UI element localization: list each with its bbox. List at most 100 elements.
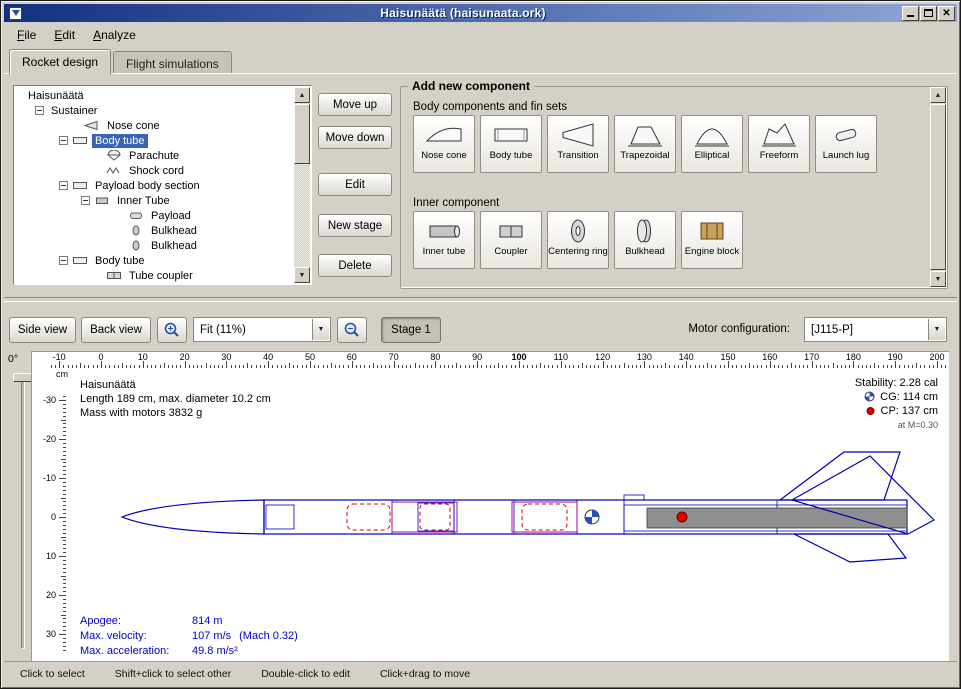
engine-block-icon [692, 215, 732, 246]
tree-item-payload[interactable]: Payload [15, 208, 294, 223]
tree-expander-icon[interactable] [59, 256, 68, 265]
component-freeform-fin-button[interactable]: Freeform [748, 115, 810, 173]
scrollbar-thumb[interactable] [294, 104, 310, 164]
tree-item-body-tube[interactable]: Body tube [15, 133, 294, 148]
component-trapezoidal-fin-button[interactable]: Trapezoidal [614, 115, 676, 173]
parachute-icon [106, 150, 122, 161]
stage-1-toggle-button[interactable]: Stage 1 [381, 317, 441, 343]
motor-configuration-value: [J115-P] [811, 324, 853, 336]
application-window: Haisunäätä (haisunaata.ork) ✕ File Edit … [0, 0, 961, 689]
component-tree-panel: Haisunäätä Sustainer Nose cone Body tube… [13, 85, 312, 285]
rocket-design-canvas[interactable]: -100102030405060708090100110120130140150… [31, 351, 949, 662]
move-up-button[interactable]: Move up [318, 93, 392, 116]
tree-item-bulkhead[interactable]: Bulkhead [15, 238, 294, 253]
bulkhead-icon [128, 240, 144, 251]
flight-row: Max. velocity:107 m/s(Mach 0.32) [80, 629, 298, 644]
rotation-slider-track[interactable] [21, 373, 25, 649]
scroll-up-icon[interactable]: ▲ [930, 87, 946, 103]
menu-edit[interactable]: Edit [46, 26, 83, 44]
edit-button[interactable]: Edit [318, 173, 392, 196]
status-bar: Click to select Shift+click to select ot… [4, 661, 957, 685]
tree-scrollbar[interactable]: ▲ ▼ [294, 87, 310, 283]
flight-row: Apogee:814 m [80, 614, 298, 629]
component-elliptical-fin-button[interactable]: Elliptical [681, 115, 743, 173]
minimize-button[interactable] [902, 6, 919, 21]
maximize-icon [924, 9, 933, 17]
component-engine-block-button[interactable]: Engine block [681, 211, 743, 269]
chevron-down-icon[interactable]: ▼ [312, 319, 329, 340]
scroll-down-icon[interactable]: ▼ [294, 267, 310, 283]
panel-title: Add new component [408, 79, 534, 93]
hint-shift-click: Shift+click to select other [115, 668, 231, 680]
tree-item-payload-body-section[interactable]: Payload body section [15, 178, 294, 193]
component-launch-lug-button[interactable]: Launch lug [815, 115, 877, 173]
tree-expander-icon[interactable] [59, 181, 68, 190]
add-panel-scrollbar[interactable]: ▲ ▼ [930, 87, 946, 287]
scrollbar-thumb[interactable] [930, 104, 946, 270]
elliptical-fin-icon [692, 119, 732, 150]
tree-item-shock-cord[interactable]: Shock cord [15, 163, 294, 178]
rocket-mass: Mass with motors 3832 g [80, 406, 271, 420]
close-button[interactable]: ✕ [938, 6, 955, 21]
component-coupler-button[interactable]: Coupler [480, 211, 542, 269]
component-transition-button[interactable]: Transition [547, 115, 609, 173]
cp-value: CP: 137 cm [881, 404, 938, 418]
component-body-tube-button[interactable]: Body tube [480, 115, 542, 173]
body-tube-icon [72, 135, 88, 146]
tree-item-parachute[interactable]: Parachute [15, 148, 294, 163]
tree-item-rocket[interactable]: Haisunäätä [15, 88, 294, 103]
tree-expander-icon[interactable] [35, 106, 44, 115]
menu-file[interactable]: File [9, 26, 44, 44]
tree-item-tube-coupler[interactable]: Tube coupler [15, 268, 294, 283]
centering-ring-icon [558, 215, 598, 246]
cp-icon [865, 405, 877, 417]
component-bulkhead-button[interactable]: Bulkhead [614, 211, 676, 269]
body-tube-icon [491, 119, 531, 150]
tree-item-inner-tube[interactable]: Inner Tube [15, 193, 294, 208]
panel-splitter[interactable] [4, 297, 957, 302]
maximize-button[interactable] [920, 6, 937, 21]
chevron-down-icon[interactable]: ▼ [928, 319, 945, 340]
new-stage-button[interactable]: New stage [318, 214, 392, 237]
close-icon: ✕ [942, 8, 950, 19]
component-nose-cone-button[interactable]: Nose cone [413, 115, 475, 173]
side-view-button[interactable]: Side view [9, 317, 76, 343]
cg-icon [864, 391, 876, 403]
hint-double-click: Double-click to edit [261, 668, 350, 680]
tree-expander-icon[interactable] [81, 196, 90, 205]
delete-button[interactable]: Delete [318, 254, 392, 277]
scroll-up-icon[interactable]: ▲ [294, 87, 310, 103]
zoom-out-button[interactable] [337, 317, 367, 343]
mach-condition: at M=0.30 [855, 418, 938, 432]
component-centering-ring-button[interactable]: Centering ring [547, 211, 609, 269]
tree-item-body-tube[interactable]: Body tube [15, 253, 294, 268]
stability-value: Stability: 2.28 cal [855, 376, 938, 390]
back-view-button[interactable]: Back view [81, 317, 151, 343]
tree-item-nose-cone[interactable]: Nose cone [15, 118, 294, 133]
body-tube-icon [72, 255, 88, 266]
hint-click-drag: Click+drag to move [380, 668, 470, 680]
window-title: Haisunäätä (haisunaata.ork) [25, 6, 901, 20]
menu-analyze[interactable]: Analyze [85, 26, 144, 44]
zoom-in-icon [163, 321, 181, 339]
tree-item-sustainer[interactable]: Sustainer [15, 103, 294, 118]
zoom-out-icon [343, 321, 361, 339]
scroll-down-icon[interactable]: ▼ [930, 271, 946, 287]
minimize-icon [907, 9, 914, 17]
zoom-in-button[interactable] [157, 317, 187, 343]
zoom-level-value: Fit (11%) [200, 324, 246, 336]
motor-configuration-combobox[interactable]: [J115-P] ▼ [804, 317, 947, 342]
tree-item-bulkhead[interactable]: Bulkhead [15, 223, 294, 238]
flight-summary: Apogee:814 m Max. velocity:107 m/s(Mach … [80, 614, 298, 659]
zoom-level-combobox[interactable]: Fit (11%) ▼ [193, 317, 331, 342]
rotation-slider-handle[interactable] [13, 373, 32, 382]
component-inner-tube-button[interactable]: Inner tube [413, 211, 475, 269]
motor-configuration-label: Motor configuration: [688, 323, 790, 335]
tree-expander-icon[interactable] [59, 136, 68, 145]
flight-row: Max. acceleration:49.8 m/s² [80, 644, 298, 659]
tab-flight-simulations[interactable]: Flight simulations [113, 51, 232, 74]
tab-rocket-design[interactable]: Rocket design [9, 49, 111, 75]
title-bar[interactable]: Haisunäätä (haisunaata.ork) ✕ [4, 4, 957, 22]
rocket-info: Haisunäätä Length 189 cm, max. diameter … [80, 378, 271, 420]
move-down-button[interactable]: Move down [318, 126, 392, 149]
